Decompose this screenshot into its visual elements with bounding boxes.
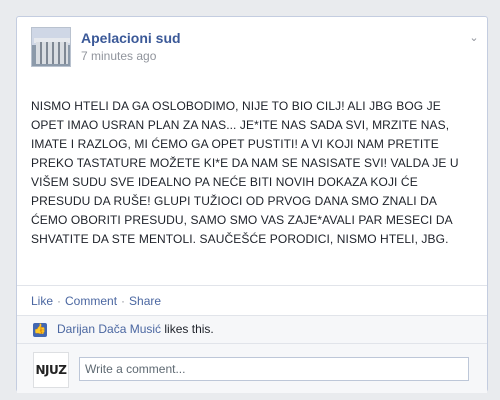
share-link[interactable]: Share: [129, 294, 161, 308]
post-timestamp[interactable]: 7 minutes ago: [81, 49, 156, 63]
like-link[interactable]: Like: [31, 294, 53, 308]
thumbs-up-icon: 👍: [33, 323, 47, 337]
comment-input[interactable]: [79, 357, 469, 381]
action-separator: ·: [121, 294, 126, 308]
chevron-down-icon[interactable]: ⌄: [469, 33, 479, 44]
post-body: NISMO HTELI DA GA OSLOBODIMO, NIJE TO BI…: [31, 99, 459, 246]
page-avatar[interactable]: [31, 27, 71, 67]
page-name-link[interactable]: Apelacioni sud: [81, 30, 181, 46]
building-icon: [36, 42, 68, 64]
post-card: Apelacioni sud 7 minutes ago ⌄ NISMO HTE…: [16, 16, 488, 393]
comment-composer: NJUZ: [17, 343, 487, 393]
commenter-avatar: NJUZ: [33, 352, 69, 388]
post-actions: Like · Comment · Share: [17, 285, 487, 315]
likes-bar: 👍 Darijan Dača Musić likes this.: [17, 315, 487, 343]
comment-link[interactable]: Comment: [65, 294, 117, 308]
action-separator: ·: [57, 294, 62, 308]
likes-suffix: likes this.: [164, 322, 214, 336]
liker-name[interactable]: Darijan Dača Musić: [57, 322, 161, 336]
